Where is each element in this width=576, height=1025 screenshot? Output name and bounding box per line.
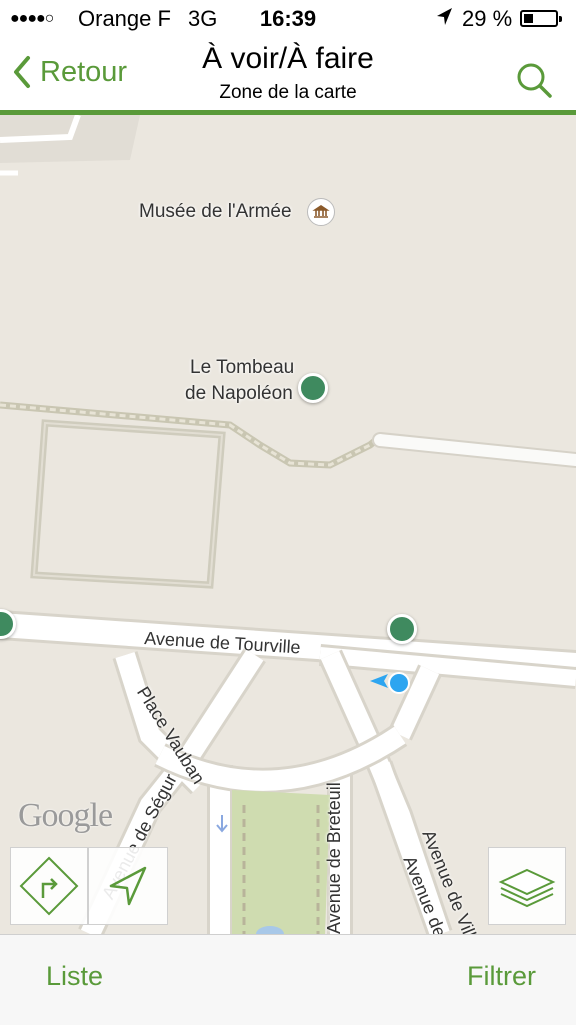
label-tombeau-line2: de Napoléon: [185, 383, 293, 404]
list-button[interactable]: Liste: [46, 961, 103, 992]
heading-arrow-icon: [370, 674, 388, 688]
layers-icon: [498, 868, 556, 908]
status-bar: ●●●●○ Orange F 3G 16:39 29 %: [0, 0, 576, 38]
google-logo: Google: [18, 797, 113, 834]
layers-button[interactable]: [488, 847, 566, 925]
route-icon: [19, 856, 79, 916]
museum-icon[interactable]: [307, 198, 335, 226]
navigation-bar: Retour À voir/À faire Zone de la carte: [0, 38, 576, 115]
filter-button[interactable]: Filtrer: [467, 961, 536, 992]
battery-percent: 29 %: [462, 6, 513, 31]
user-location-dot: [388, 672, 410, 694]
locate-me-button[interactable]: [88, 847, 168, 925]
page-subtitle: Zone de la carte: [219, 82, 357, 103]
locate-arrow-icon: [109, 866, 147, 906]
page-title: À voir/À faire: [202, 42, 374, 75]
label-tombeau-line1: Le Tombeau: [190, 357, 295, 378]
label-avenue-breteuil: Avenue de Breteuil: [324, 782, 344, 934]
location-arrow-icon: [434, 4, 454, 36]
map-view[interactable]: Musée de l'Armée Le Tombeau de Napoléon …: [0, 115, 576, 934]
label-musee-armee: Musée de l'Armée: [139, 201, 292, 222]
poi-marker-tourville[interactable]: [387, 614, 417, 644]
battery-icon: [520, 10, 562, 27]
route-button[interactable]: [10, 847, 88, 925]
search-icon[interactable]: [514, 60, 554, 100]
bottom-toolbar: Liste Filtrer: [0, 934, 576, 1025]
poi-marker-tombeau[interactable]: [298, 373, 328, 403]
